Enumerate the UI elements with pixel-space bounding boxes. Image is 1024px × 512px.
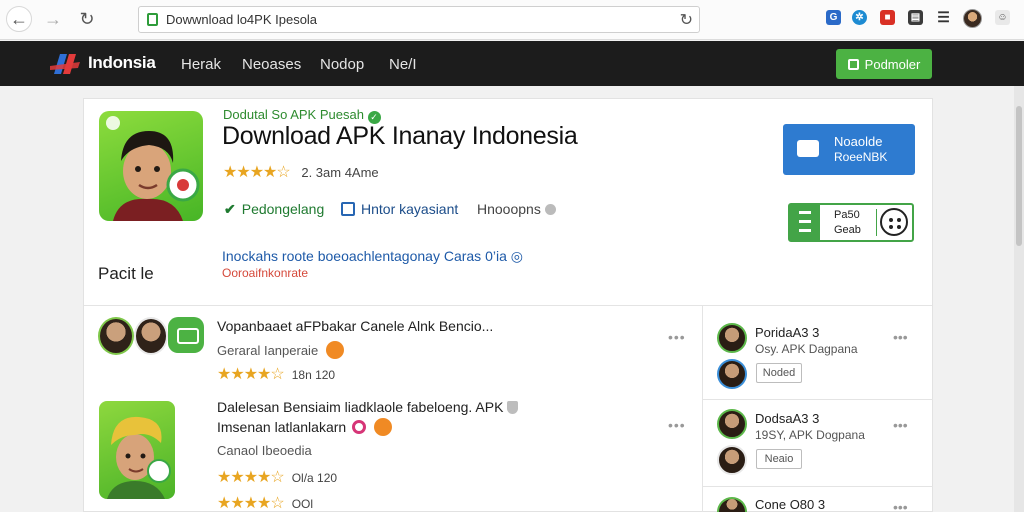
star-rating-icon: ★★★★☆ <box>223 164 291 181</box>
list-icon <box>790 205 820 240</box>
app-thumbnail <box>99 401 175 499</box>
more-options-icon[interactable]: ••• <box>893 417 908 433</box>
lock-icon <box>147 13 158 26</box>
side-item-subtitle: Osy. APK Dagpana <box>755 342 858 356</box>
shield-icon <box>507 401 519 414</box>
nav-item[interactable]: Herak <box>181 56 221 73</box>
menu-icon[interactable]: ☰ <box>936 9 951 25</box>
app-icon <box>99 111 203 221</box>
nav-item[interactable]: Ne/I <box>389 56 417 73</box>
side-item-subtitle: 19SY, APK Dogpana <box>755 428 865 442</box>
more-options-icon[interactable]: ••• <box>893 329 908 345</box>
avatar <box>717 445 747 475</box>
divider <box>876 209 877 236</box>
emoji-icon <box>352 420 367 434</box>
nav-item[interactable]: Nodop <box>320 56 364 73</box>
chat-icon <box>797 140 819 157</box>
extension-icon[interactable]: ✲ <box>852 10 867 25</box>
side-item-name[interactable]: Cone O80 3 <box>755 497 825 512</box>
divider <box>703 486 933 487</box>
avatar <box>134 317 168 355</box>
star-rating-icon: ★★★★☆ <box>217 495 285 512</box>
emoji-icon <box>326 341 345 359</box>
more-options-icon[interactable]: ••• <box>668 417 686 433</box>
version-sublabel: Geab <box>834 224 861 236</box>
emoji-icon <box>374 418 393 436</box>
app-rating: ★★★★☆ 2. 3am 4Ame <box>223 162 379 182</box>
more-options-icon[interactable]: ••• <box>668 329 686 345</box>
column-divider <box>702 306 703 512</box>
version-selector[interactable]: Pa50 Geab <box>788 203 914 242</box>
rating-text: 2. 3am 4Ame <box>301 165 379 180</box>
install-button-label: Noaolde <box>834 134 883 149</box>
list-item-subtitle: Geraral Ianperaie <box>217 341 345 359</box>
back-icon[interactable]: ← <box>6 6 32 32</box>
list-item-title-line2: Imsenan latlanlakarn <box>217 418 393 436</box>
page-refresh-icon[interactable]: ↻ <box>680 10 693 30</box>
app-link[interactable]: Inockahs roote boeoachlentagonay Caras 0… <box>222 248 523 265</box>
browser-toolbar: ← → ↻ Dowwnload lo4PK Ipesola ↻ G ✲ ■ ▤ … <box>0 0 1024 40</box>
avatar <box>717 497 747 512</box>
list-item-title[interactable]: Dalelesan Bensiaim liadklaole fabeloeng.… <box>217 399 519 415</box>
meta-category[interactable]: ✔ Pedongelang <box>224 201 324 218</box>
check-icon: ✔ <box>224 201 236 217</box>
section-divider <box>84 305 932 306</box>
account-icon[interactable]: ☺ <box>995 10 1010 25</box>
app-card: Dodutal So APK Puesah ✓ Download APK Ina… <box>83 98 933 512</box>
section-label: Pacit le <box>98 264 154 283</box>
list-item-rating: ★★★★☆ Ol/a 120 <box>217 469 338 486</box>
nav-item[interactable]: Neoases <box>242 56 301 73</box>
side-item-name[interactable]: DodsaA3 3 <box>755 411 819 426</box>
address-bar[interactable]: Dowwnload lo4PK Ipesola ↻ <box>138 6 700 33</box>
site-header: Indonsia Herak Neoases Nodop Ne/I Podmol… <box>0 41 1024 86</box>
more-options-icon[interactable]: ••• <box>893 499 908 512</box>
follow-button[interactable]: Noded <box>756 363 802 383</box>
chat-icon <box>168 317 204 353</box>
list-item-rating: ★★★★☆ OOl <box>217 495 314 512</box>
scroll-thumb[interactable] <box>1016 106 1022 246</box>
smiley-icon <box>880 208 908 236</box>
avatar <box>717 323 747 353</box>
follow-button[interactable]: Neaio <box>756 449 802 469</box>
forward-icon[interactable]: → <box>40 6 66 32</box>
profile-avatar[interactable] <box>963 9 982 28</box>
reload-icon[interactable]: ↻ <box>74 6 100 32</box>
app-link-secondary[interactable]: Ooroaifnkonrate <box>222 266 308 280</box>
site-logo-text[interactable]: Indonsia <box>88 53 156 73</box>
app-title: Download APK Inanay Indonesia <box>222 122 578 150</box>
extension-icon[interactable]: G <box>826 10 841 25</box>
side-item-name[interactable]: PoridaA3 3 <box>755 325 819 340</box>
calendar-icon <box>341 202 355 216</box>
install-button[interactable]: Noaolde RoeeNBK <box>783 124 915 175</box>
promo-button[interactable]: Podmoler <box>836 49 932 79</box>
promo-button-label: Podmoler <box>864 56 921 72</box>
avatar <box>717 359 747 389</box>
info-icon <box>544 204 556 215</box>
install-button-sublabel: RoeeNBK <box>834 150 888 164</box>
divider <box>703 399 933 400</box>
url-text[interactable]: Dowwnload lo4PK Ipesola <box>166 12 317 27</box>
extension-icon[interactable]: ▤ <box>908 10 923 25</box>
meta-info[interactable]: Hnooopns <box>477 201 556 217</box>
star-rating-icon: ★★★★☆ <box>217 469 285 486</box>
meta-calendar[interactable]: Hntor kayasiant <box>341 201 458 217</box>
list-item-rating: ★★★★☆ 18n 120 <box>217 366 336 383</box>
list-item-title[interactable]: Vopanbaaet aFPbakar Canele Alnk Bencio..… <box>217 318 493 334</box>
avatar <box>717 409 747 439</box>
page-scrollbar[interactable] <box>1014 86 1024 512</box>
version-label: Pa50 <box>834 209 860 221</box>
avatar <box>98 317 134 355</box>
extension-icon[interactable]: ■ <box>880 10 895 25</box>
star-rating-icon: ★★★★☆ <box>217 366 285 383</box>
site-logo-icon[interactable] <box>50 52 84 76</box>
list-item-subtitle: Canaol Ibeoedia <box>217 443 312 458</box>
at-icon: ◎ <box>510 248 523 264</box>
square-icon <box>847 58 859 70</box>
